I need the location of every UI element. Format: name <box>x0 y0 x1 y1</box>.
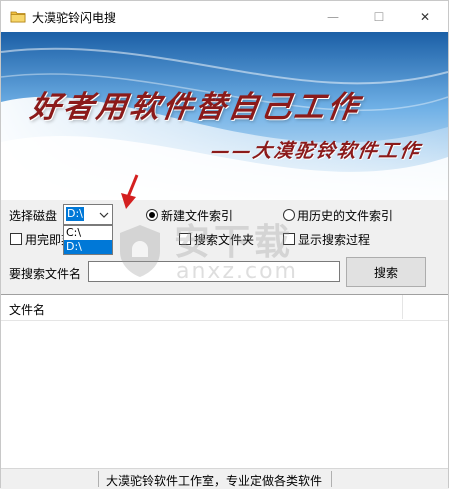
disk-option-c[interactable]: C:\ <box>64 226 112 240</box>
column-header-filename[interactable]: 文件名 <box>9 301 45 318</box>
close-button[interactable]: ✕ <box>402 1 448 32</box>
new-index-label: 新建文件索引 <box>161 209 234 223</box>
history-index-radio[interactable] <box>283 209 295 221</box>
status-divider <box>98 471 99 487</box>
red-arrow-icon <box>121 174 139 209</box>
search-button[interactable]: 搜索 <box>346 257 426 287</box>
close-icon: ✕ <box>419 9 431 24</box>
search-button-label: 搜索 <box>373 265 398 280</box>
minimize-icon: — <box>327 9 339 24</box>
disk-label: 选择磁盘 <box>9 209 58 223</box>
minimize-button[interactable]: — <box>310 1 356 32</box>
show-process-label: 显示搜索过程 <box>298 233 371 247</box>
disk-dropdown-list: C:\ D:\ <box>63 225 113 255</box>
status-bar: 大漠驼铃软件工作室，专业定做各类软件 <box>1 468 448 489</box>
main-window: 大漠驼铃闪电搜 — ☐ ✕ 好者用软件替自己工作 ——大漠驼铃软件工作 选择磁盘… <box>0 0 449 489</box>
banner-image: 好者用软件替自己工作 ——大漠驼铃软件工作 <box>1 32 448 200</box>
status-text: 大漠驼铃软件工作室，专业定做各类软件 <box>106 474 323 488</box>
title-bar[interactable]: 大漠驼铃闪电搜 — ☐ ✕ <box>1 1 448 32</box>
app-icon <box>10 11 26 23</box>
show-process-checkbox[interactable] <box>283 233 295 245</box>
banner-signature: ——大漠驼铃软件工作 <box>209 140 423 162</box>
search-label: 要搜索文件名 <box>9 267 82 281</box>
column-divider[interactable] <box>402 295 403 319</box>
search-folder-label: 搜索文件夹 <box>194 233 255 247</box>
new-index-radio[interactable] <box>146 209 158 221</box>
results-list[interactable]: 文件名 <box>1 294 448 469</box>
chevron-down-icon[interactable] <box>96 205 112 224</box>
search-folder-checkbox[interactable] <box>179 233 191 245</box>
disk-option-d[interactable]: D:\ <box>64 240 112 254</box>
window-title: 大漠驼铃闪电搜 <box>32 11 117 25</box>
history-index-label: 用历史的文件索引 <box>297 209 394 223</box>
maximize-button[interactable]: ☐ <box>356 1 402 32</box>
search-input[interactable] <box>88 261 340 282</box>
banner-slogan: 好者用软件替自己工作 <box>28 90 363 125</box>
disk-select[interactable]: D:\ <box>63 204 113 225</box>
list-header: 文件名 <box>1 295 448 321</box>
save-index-checkbox[interactable] <box>10 233 22 245</box>
maximize-icon: ☐ <box>373 9 385 24</box>
status-divider <box>331 471 332 487</box>
disk-selected-value: D:\ <box>66 207 84 221</box>
